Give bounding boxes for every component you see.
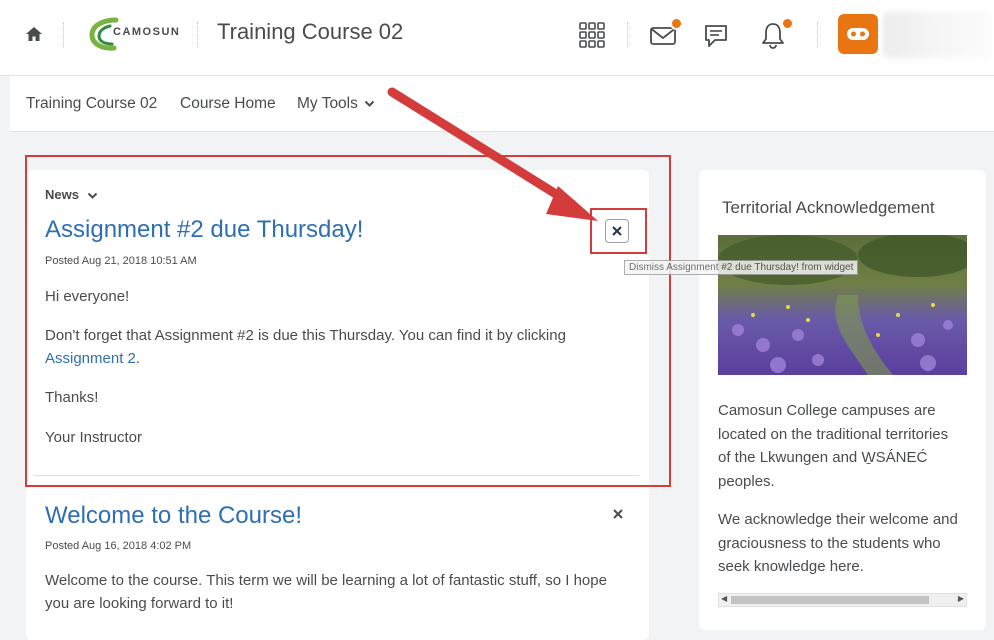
horizontal-scrollbar[interactable]: ◀ ▶ — [718, 593, 967, 607]
acknowledgement-paragraph: We acknowledge their welcome and graciou… — [718, 511, 958, 575]
chevron-down-icon — [364, 100, 375, 107]
header-separator — [817, 22, 818, 48]
annotation-highlight-box — [25, 155, 671, 487]
close-icon — [613, 509, 623, 519]
notification-dot — [781, 17, 794, 30]
header-separator — [627, 22, 628, 48]
chat-icon[interactable] — [701, 20, 731, 50]
news-paragraph: Welcome to the course. This term we will… — [45, 572, 607, 612]
scroll-right-icon[interactable]: ▶ — [958, 594, 964, 603]
acknowledgement-paragraph: Camosun College campuses are located on … — [718, 402, 949, 490]
home-icon[interactable] — [24, 24, 44, 44]
widget-title: Territorial Acknowledgement — [722, 198, 935, 217]
news-item-title[interactable]: Welcome to the Course! — [45, 502, 302, 530]
territorial-widget: Territorial Acknowledgement Camosun Coll… — [699, 170, 986, 630]
annotation-highlight-box — [590, 208, 647, 254]
nav-item-label: My Tools — [297, 95, 358, 112]
header-separator — [197, 22, 198, 48]
scrollbar-thumb[interactable] — [731, 596, 929, 604]
nav-item-my-tools[interactable]: My Tools — [297, 95, 375, 113]
mail-notification-dot — [670, 17, 683, 30]
course-title[interactable]: Training Course 02 — [217, 19, 403, 45]
user-mask-icon — [847, 28, 869, 40]
course-selector-grid-icon[interactable] — [577, 20, 607, 50]
nav-item-training-course[interactable]: Training Course 02 — [26, 95, 157, 113]
scroll-left-icon[interactable]: ◀ — [721, 594, 727, 603]
user-name-blurred[interactable] — [883, 12, 991, 58]
dismiss-button[interactable] — [607, 503, 629, 525]
header-separator — [63, 22, 64, 48]
top-header: CAMOSUN Training Course 02 — [0, 0, 994, 76]
bluebell-meadow-image — [718, 235, 967, 375]
logo-text: CAMOSUN — [113, 26, 181, 38]
avatar[interactable] — [838, 14, 878, 54]
course-navbar: Training Course 02 Course Home My Tools — [10, 76, 994, 132]
dismiss-tooltip: Dismiss Assignment #2 due Thursday! from… — [624, 260, 859, 275]
nav-item-course-home[interactable]: Course Home — [180, 95, 276, 113]
news-posted-date: Posted Aug 16, 2018 4:02 PM — [45, 540, 192, 552]
